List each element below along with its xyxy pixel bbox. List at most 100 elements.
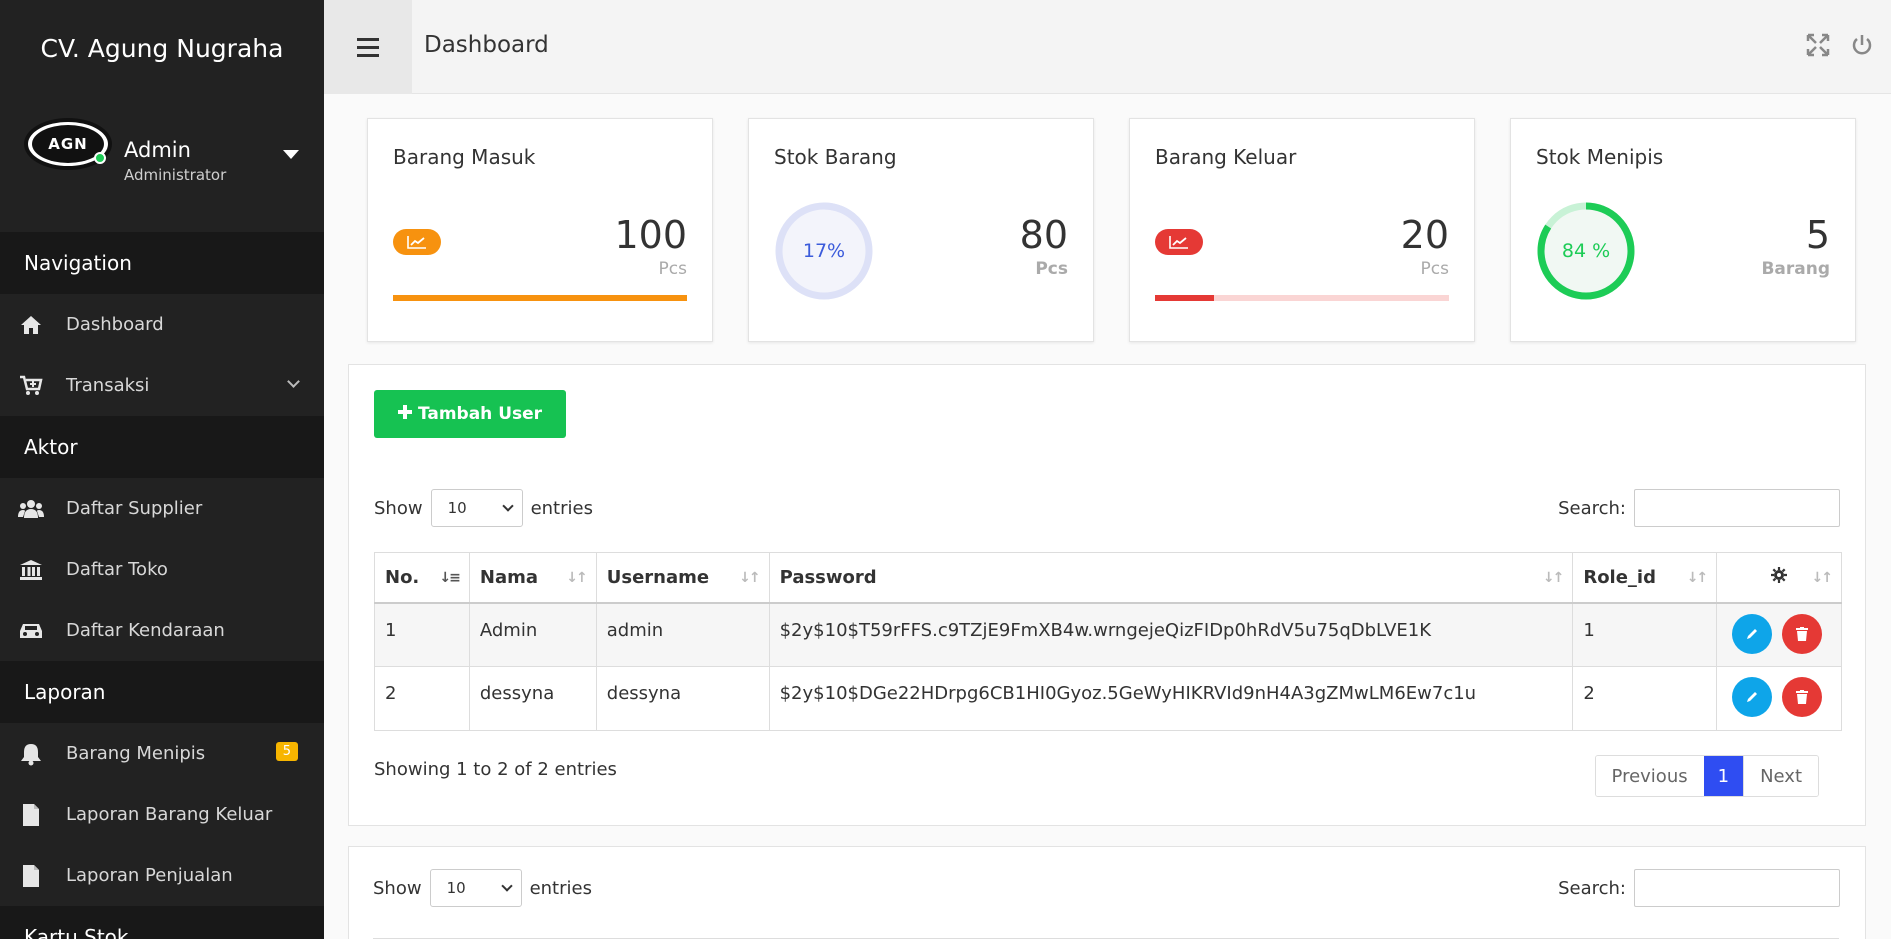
table-row: 2 dessyna dessyna $2y$10$DGe22HDrpg6CB1H…: [374, 666, 1842, 731]
add-user-button[interactable]: Tambah User: [374, 390, 566, 438]
cart-plus-icon: [18, 373, 44, 399]
cell-nama: Admin: [468, 602, 597, 667]
progress-fill: [393, 295, 687, 301]
page-length-select[interactable]: 10: [430, 489, 523, 527]
count-badge: 5: [275, 742, 298, 761]
nav-section-kartu-stok: Kartu Stok: [0, 906, 324, 939]
card-unit: Barang: [1761, 259, 1830, 279]
show-label: Show: [373, 877, 422, 899]
page-length-value: 10: [447, 499, 467, 517]
sidebar-item-label: Dashboard: [66, 314, 164, 335]
sort-asc-icon: ↓≡: [439, 570, 461, 586]
edit-button[interactable]: [1732, 613, 1773, 654]
entries-label: entries: [530, 497, 593, 519]
table-row: 1 Admin admin $2y$10$T59rFFS.c9TZjE9FmXB…: [374, 602, 1842, 667]
cell-actions: [1716, 602, 1842, 667]
column-header-username[interactable]: Username ↓↑: [595, 552, 770, 604]
column-header-label: Username: [606, 566, 710, 588]
search-label: Search:: [1558, 497, 1626, 519]
second-table-panel: Show 10 entries Search:: [348, 846, 1866, 939]
column-header-nama[interactable]: Nama ↓↑: [468, 552, 597, 604]
pencil-icon: [1747, 692, 1758, 702]
bank-icon: [18, 557, 44, 583]
cell-no: 1: [374, 602, 470, 667]
sidebar-item-barang-menipis[interactable]: Barang Menipis 5: [0, 723, 324, 784]
entries-label: entries: [529, 877, 592, 899]
user-name: Admin: [124, 138, 191, 162]
chevron-down-icon: [501, 500, 514, 512]
progress-bar: [393, 295, 687, 301]
sidebar-item-label: Daftar Kendaraan: [66, 620, 225, 641]
pagination-previous[interactable]: Previous: [1595, 756, 1704, 796]
sidebar-item-transaksi[interactable]: Transaksi: [0, 355, 324, 416]
card-title: Barang Masuk: [393, 145, 536, 169]
sidebar-item-label: Daftar Supplier: [66, 498, 203, 519]
card-title: Stok Menipis: [1536, 145, 1664, 169]
card-title: Barang Keluar: [1155, 145, 1297, 169]
chevron-down-icon: [287, 375, 300, 388]
card-stok-menipis: Stok Menipis 84 % 5 Barang: [1510, 118, 1856, 342]
card-unit: Pcs: [1420, 259, 1449, 279]
edit-button[interactable]: [1732, 677, 1773, 717]
sidebar-item-laporan-barang-keluar[interactable]: Laporan Barang Keluar: [0, 784, 324, 845]
card-title: Stok Barang: [774, 145, 897, 169]
trash-icon: [1795, 690, 1808, 704]
pagination-page-1[interactable]: 1: [1703, 756, 1744, 796]
card-barang-masuk: Barang Masuk 100 Pcs: [367, 118, 713, 342]
search-control: Search:: [1558, 869, 1840, 907]
gear-icon: [1771, 566, 1788, 588]
file-icon: [18, 802, 44, 828]
nav-section-aktor: Aktor: [0, 416, 324, 478]
online-status-dot: [94, 152, 106, 164]
column-header-role-id[interactable]: Role_id ↓↑: [1572, 552, 1718, 604]
user-panel[interactable]: AGN Admin Administrator: [0, 96, 324, 232]
progress-ring: 17%: [774, 201, 874, 301]
sidebar-item-label: Daftar Toko: [66, 559, 168, 580]
search-input[interactable]: [1634, 489, 1840, 527]
file-icon: [18, 863, 44, 889]
sidebar-item-label: Laporan Penjualan: [66, 865, 233, 886]
show-label: Show: [374, 497, 423, 519]
card-stok-barang: Stok Barang 17% 80 Pcs: [748, 118, 1094, 342]
cell-username: dessyna: [595, 666, 770, 731]
card-unit: Pcs: [658, 259, 687, 279]
sidebar-item-daftar-supplier[interactable]: Daftar Supplier: [0, 478, 324, 539]
topbar: Dashboard: [324, 0, 1891, 94]
pagination: Previous 1 Next: [1594, 755, 1819, 797]
users-icon: [18, 496, 44, 522]
column-header-actions[interactable]: ↓↑: [1716, 552, 1842, 604]
card-barang-keluar: Barang Keluar 20 Pcs: [1129, 118, 1475, 342]
column-header-password[interactable]: Password ↓↑: [768, 552, 1574, 604]
column-header-no[interactable]: No. ↓≡: [374, 552, 470, 604]
progress-fill: [1155, 295, 1214, 301]
cell-username: admin: [595, 602, 770, 667]
users-panel: Tambah User Show 10 entries Search: No. ↓…: [348, 364, 1866, 826]
table-info: Showing 1 to 2 of 2 entries: [374, 759, 617, 780]
cell-password: $2y$10$T59rFFS.c9TZjE9FmXB4w.wrngejeQizF…: [768, 602, 1574, 667]
pagination-next[interactable]: Next: [1743, 756, 1818, 796]
cell-role-id: 1: [1572, 602, 1718, 667]
sidebar-item-daftar-kendaraan[interactable]: Daftar Kendaraan: [0, 600, 324, 661]
delete-button[interactable]: [1781, 677, 1822, 717]
bell-icon: [18, 741, 44, 767]
progress-ring: 84 %: [1536, 201, 1636, 301]
column-header-label: Password: [779, 566, 877, 588]
power-icon[interactable]: [1850, 33, 1876, 59]
cell-password: $2y$10$DGe22HDrpg6CB1HI0Gyoz.5GeWyHIKRVI…: [768, 666, 1574, 731]
column-header-label: Role_id: [1583, 566, 1656, 588]
nav-section-laporan: Laporan: [0, 661, 324, 723]
caret-down-icon[interactable]: [283, 150, 299, 159]
sidebar-item-daftar-toko[interactable]: Daftar Toko: [0, 539, 324, 600]
search-input[interactable]: [1634, 869, 1840, 907]
delete-button[interactable]: [1781, 613, 1822, 654]
sidebar-item-laporan-penjualan[interactable]: Laporan Penjualan: [0, 845, 324, 906]
card-value: 100: [614, 213, 687, 257]
sidebar-item-label: Barang Menipis: [66, 743, 206, 764]
menu-toggle-button[interactable]: [324, 0, 412, 94]
sidebar-item-dashboard[interactable]: Dashboard: [0, 294, 324, 355]
page-title: Dashboard: [424, 32, 549, 58]
fullscreen-icon[interactable]: [1806, 33, 1832, 59]
brand-title[interactable]: CV. Agung Nugraha: [0, 0, 324, 96]
page-length-select[interactable]: 10: [429, 869, 522, 907]
sort-icon: ↓↑: [1542, 570, 1565, 586]
